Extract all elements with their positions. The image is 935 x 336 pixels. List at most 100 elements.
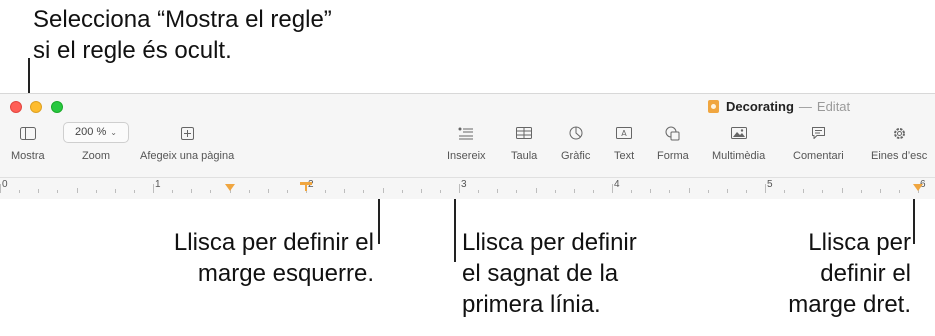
callout-line: Llisca per	[808, 229, 911, 256]
callout-line: marge esquerre.	[197, 260, 374, 287]
comment-icon	[811, 124, 826, 142]
ruler-tick	[0, 184, 1, 193]
ruler: 0123456	[0, 177, 935, 198]
text-button[interactable]: A Text	[614, 124, 634, 162]
ruler-tick	[612, 184, 613, 193]
right-margin-marker[interactable]	[913, 181, 923, 199]
ruler-number: 5	[767, 179, 773, 190]
ruler-tick	[879, 189, 881, 193]
ruler-tick	[573, 189, 575, 193]
media-label: Multimèdia	[712, 150, 766, 162]
chart-button[interactable]: Gràfic	[561, 124, 590, 162]
ruler-tick	[860, 190, 862, 193]
svg-text:A: A	[621, 129, 627, 138]
text-box-icon: A	[616, 124, 633, 142]
add-page-icon	[180, 124, 194, 142]
ruler-tick	[478, 190, 480, 193]
document-status: Editat	[816, 99, 851, 114]
ruler-tick	[57, 190, 59, 193]
callout-line: marge dret.	[788, 291, 911, 318]
ruler-number: 1	[155, 179, 161, 190]
zoom-control[interactable]: 200 % ⌄ Zoom	[63, 121, 129, 162]
add-page-button[interactable]: Afegeix una pàgina	[140, 124, 234, 162]
ruler-tick	[822, 190, 824, 193]
ruler-tick	[784, 190, 786, 193]
callout-right-margin: Llisca per definir el marge dret.	[788, 227, 911, 320]
view-button[interactable]: Mostra	[11, 124, 45, 162]
chevron-down-icon: ⌄	[110, 127, 117, 137]
ruler-tick	[325, 190, 327, 193]
ruler-tick	[76, 188, 78, 193]
ruler-tick	[592, 190, 594, 193]
ruler-tick	[401, 190, 403, 193]
media-button[interactable]: Multimèdia	[712, 124, 765, 162]
ruler-tick	[669, 190, 671, 193]
callout-line: Llisca per definir el	[173, 229, 374, 256]
leader-line-left-margin	[378, 194, 380, 244]
zoom-label: Zoom	[81, 150, 111, 162]
close-window-button[interactable]	[10, 101, 22, 113]
callout-line: primera línia.	[462, 291, 601, 318]
left-margin-marker[interactable]	[224, 181, 235, 199]
ruler-tick	[841, 188, 843, 193]
ruler-tick	[114, 189, 116, 193]
tools-button[interactable]: Eines d’esc	[871, 124, 927, 162]
view-label: Mostra	[11, 150, 45, 162]
ruler-tick	[497, 189, 499, 193]
chart-label: Gràfic	[561, 150, 591, 162]
ruler-tick	[898, 190, 900, 193]
add-page-label: Afegeix una pàgina	[140, 150, 235, 162]
ruler-tick	[210, 190, 212, 193]
ruler-tick	[554, 190, 556, 193]
sidebar-icon	[19, 124, 36, 142]
ruler-tick	[172, 190, 174, 193]
ruler-tick	[803, 189, 805, 193]
comment-label: Comentari	[793, 150, 844, 162]
table-icon	[516, 124, 533, 142]
chart-icon	[569, 124, 583, 142]
ruler-number: 4	[614, 179, 620, 190]
callout-line: definir el	[820, 260, 911, 287]
ruler-tick	[439, 190, 441, 193]
shape-button[interactable]: Forma	[657, 124, 689, 162]
ruler-tick	[688, 188, 690, 193]
leader-line-first-line-indent	[454, 194, 456, 262]
document-name: Decorating	[726, 99, 794, 114]
comment-button[interactable]: Comentari	[793, 124, 844, 162]
callout-show-ruler: Selecciona “Mostra el regle” si el regle…	[33, 4, 332, 66]
text-label: Text	[614, 150, 635, 162]
zoom-value: 200 %	[75, 126, 107, 138]
ruler-tick	[765, 184, 766, 193]
shape-icon	[665, 124, 680, 142]
leader-line-right-margin	[913, 194, 915, 244]
title-separator: —	[798, 99, 812, 114]
callout-line: Llisca per definir	[462, 229, 637, 256]
table-button[interactable]: Taula	[511, 124, 537, 162]
ruler-tick	[459, 184, 460, 193]
ruler-tick	[344, 189, 346, 193]
image-icon	[730, 124, 747, 142]
callout-left-margin: Llisca per definir el marge esquerre.	[174, 227, 374, 289]
callout-line: si el regle és ocult.	[33, 37, 232, 64]
window-title: Decorating — Editat	[708, 99, 850, 114]
ruler-tick	[267, 189, 269, 193]
zoom-field: 200 % ⌄	[63, 121, 129, 143]
ruler-tick	[516, 190, 518, 193]
callout-line: el sagnat de la	[462, 260, 619, 287]
ruler-tick	[191, 189, 193, 193]
zoom-popup[interactable]: 200 % ⌄	[63, 121, 129, 143]
ruler-tick	[286, 190, 288, 193]
maximize-window-button[interactable]	[51, 101, 63, 113]
first-line-indent-marker[interactable]	[300, 179, 312, 197]
insert-list-icon	[458, 124, 474, 142]
callout-first-line-indent: Llisca per definir el sagnat de la prime…	[462, 227, 637, 320]
insert-button[interactable]: Insereix	[447, 124, 486, 162]
ruler-tick	[631, 190, 633, 193]
insert-label: Insereix	[447, 150, 486, 162]
ruler-tick	[382, 188, 384, 193]
ruler-tick	[19, 190, 21, 193]
table-label: Taula	[511, 150, 538, 162]
ruler-number: 0	[2, 179, 8, 190]
ruler-number: 3	[461, 179, 467, 190]
minimize-window-button[interactable]	[30, 101, 42, 113]
